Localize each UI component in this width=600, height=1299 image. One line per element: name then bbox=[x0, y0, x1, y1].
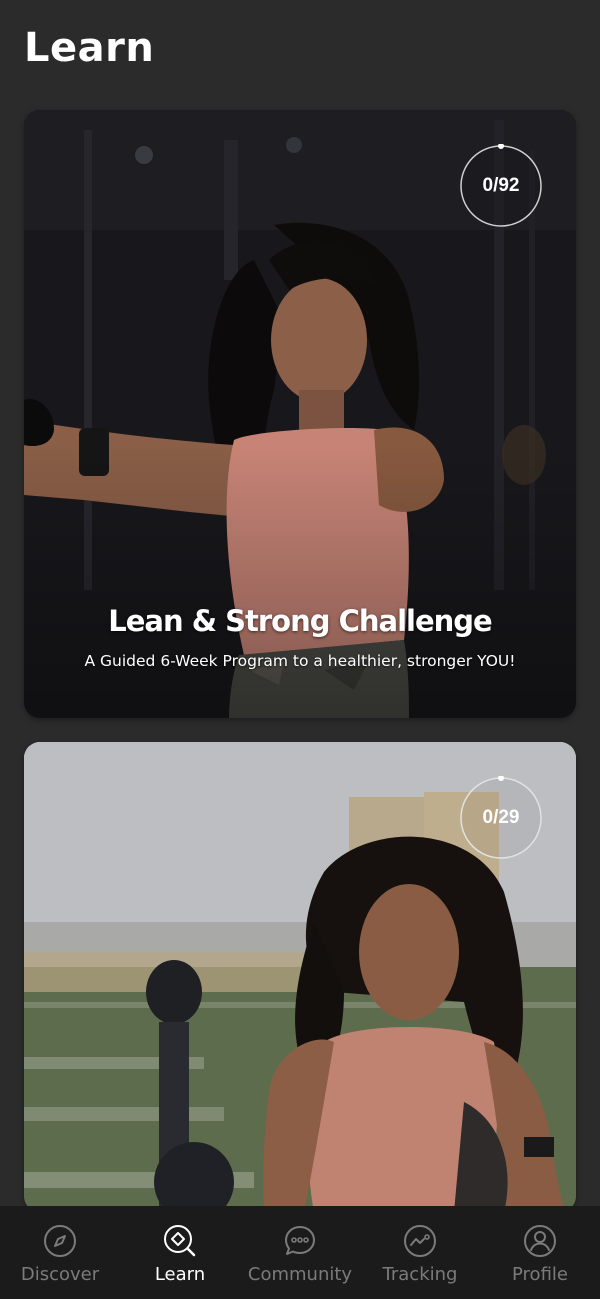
nav-label: Profile bbox=[512, 1264, 568, 1285]
progress-count: 0/92 bbox=[482, 175, 520, 196]
progress-count: 0/29 bbox=[482, 807, 520, 828]
nav-label: Discover bbox=[20, 1264, 100, 1285]
user-circle-icon bbox=[523, 1224, 557, 1258]
nav-label: Community bbox=[247, 1264, 353, 1285]
bottom-navigation: Discover Learn Community Tracking Profil… bbox=[0, 1206, 600, 1299]
course-title: Lean & Strong Challenge bbox=[108, 604, 492, 638]
course-card-2[interactable]: 0/29 bbox=[24, 742, 576, 1212]
search-diamond-icon bbox=[163, 1224, 197, 1258]
chat-bubble-icon bbox=[283, 1224, 317, 1258]
trend-chart-icon bbox=[403, 1224, 437, 1258]
nav-item-discover[interactable]: Discover bbox=[0, 1206, 120, 1299]
progress-ring: 0/92 bbox=[459, 144, 543, 228]
progress-ring: 0/29 bbox=[459, 776, 543, 860]
nav-label: Tracking bbox=[382, 1264, 458, 1285]
learn-screen: Learn 0/92 Lean & Strong Challenge A Gui… bbox=[0, 0, 600, 1299]
page-title: Learn bbox=[24, 25, 155, 71]
nav-item-community[interactable]: Community bbox=[240, 1206, 360, 1299]
nav-item-tracking[interactable]: Tracking bbox=[360, 1206, 480, 1299]
nav-item-learn[interactable]: Learn bbox=[120, 1206, 240, 1299]
compass-icon bbox=[43, 1224, 77, 1258]
course-subtitle: A Guided 6-Week Program to a healthier, … bbox=[84, 652, 516, 670]
course-card-lean-strong[interactable]: 0/92 Lean & Strong Challenge A Guided 6-… bbox=[24, 110, 576, 718]
nav-item-profile[interactable]: Profile bbox=[480, 1206, 600, 1299]
nav-label: Learn bbox=[154, 1264, 206, 1285]
